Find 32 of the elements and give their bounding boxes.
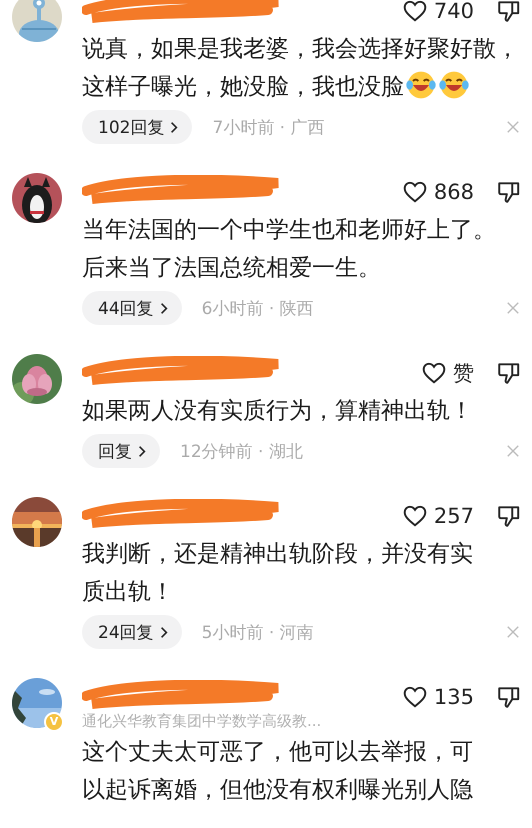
heart-icon xyxy=(402,503,428,529)
like-button[interactable]: 赞 xyxy=(396,356,474,390)
chevron-icon xyxy=(170,120,178,134)
comment-text: 如果两人没有实质行为，算精神出轨！ xyxy=(82,397,474,426)
verified-badge: V xyxy=(44,712,64,732)
laughing-emoji-icon xyxy=(438,69,470,101)
like-button[interactable]: 135 xyxy=(396,680,474,714)
time-location: 7小时前 · 广西 xyxy=(212,116,326,138)
heart-icon xyxy=(402,0,428,24)
time-location: 5小时前 · 河南 xyxy=(202,622,315,644)
chevron-icon xyxy=(160,302,168,314)
author-title: 通化兴华教育集团中学数学高级教... xyxy=(82,712,322,731)
comment-text: 当年法国的一个中学生也和老师好上了。 后来当了法国总统相爱一生。 xyxy=(82,216,497,283)
heart-icon xyxy=(421,360,447,386)
time-location: 6小时前 · 陕西 xyxy=(202,298,315,320)
laughing-emoji-icon xyxy=(405,69,437,101)
replies-button[interactable]: 44回复 xyxy=(82,291,182,325)
like-button[interactable]: 868 xyxy=(396,175,474,209)
replies-button[interactable]: 102回复 xyxy=(82,110,192,144)
time-location: 12分钟前 · 湖北 xyxy=(180,440,304,462)
heart-icon xyxy=(402,684,428,710)
like-button[interactable]: 740 xyxy=(396,0,474,28)
like-button[interactable]: 257 xyxy=(396,499,474,533)
heart-icon xyxy=(402,179,428,205)
replies-button[interactable]: 24回复 xyxy=(82,615,182,649)
chevron-icon xyxy=(138,444,146,458)
replies-button[interactable]: 回复 xyxy=(82,434,160,468)
thumbs-down-icon[interactable] xyxy=(496,0,522,24)
comment-text: 我判断，还是精神出轨阶段，并没有实 质出轨！ xyxy=(82,540,474,607)
comment-text: 这个丈夫太可恶了，他可以去举报，可 以起诉离婚，但他没有权利曝光别人隐 xyxy=(82,738,474,805)
comment-text: 说真，如果是我老婆，我会选择好聚好散， 这样子曝光，她没脸，我也没脸 xyxy=(82,35,520,103)
chevron-icon xyxy=(160,626,168,638)
